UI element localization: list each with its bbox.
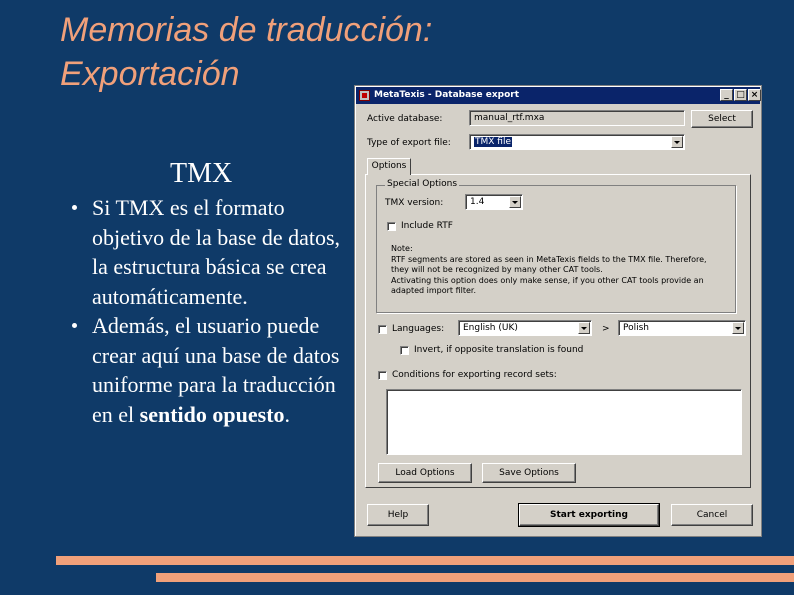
tmx-version-select[interactable]: 1.4 xyxy=(465,194,523,210)
note-line: adapted import filter. xyxy=(391,286,477,295)
target-language-select[interactable]: Polish xyxy=(618,320,746,336)
slide-title-line1: Memorias de traducción: xyxy=(60,11,433,49)
note-line: they will not be recognized by many othe… xyxy=(391,265,603,274)
chevron-down-icon[interactable] xyxy=(671,136,683,148)
include-rtf-label: Include RTF xyxy=(401,221,453,231)
export-type-select[interactable]: TMX file xyxy=(469,134,685,150)
start-exporting-button[interactable]: Start exporting xyxy=(518,503,660,527)
special-options-group: Special Options TMX version: 1.4 Include… xyxy=(376,179,736,313)
tmx-version-value: 1.4 xyxy=(470,197,485,207)
languages-checkbox[interactable] xyxy=(378,325,387,334)
help-button[interactable]: Help xyxy=(367,504,429,526)
target-language-value: Polish xyxy=(623,323,650,333)
app-icon xyxy=(359,90,370,101)
note-line: Note: xyxy=(391,244,413,253)
note-line: RTF segments are stored as seen in MetaT… xyxy=(391,254,707,264)
tab-options[interactable]: Options xyxy=(367,158,411,175)
language-direction-arrow: > xyxy=(602,324,610,334)
cancel-button[interactable]: Cancel xyxy=(671,504,753,526)
source-language-value: English (UK) xyxy=(463,323,518,333)
load-options-button[interactable]: Load Options xyxy=(378,463,472,483)
rtf-note: Note: RTF segments are stored as seen in… xyxy=(391,244,731,297)
dialog-title: MetaTexis - Database export xyxy=(374,90,520,100)
note-line: Activating this option does only make se… xyxy=(391,275,704,285)
tmx-version-label: TMX version: xyxy=(385,198,444,208)
bullet-2-bold: sentido opuesto xyxy=(139,401,285,427)
options-panel: Special Options TMX version: 1.4 Include… xyxy=(365,174,751,488)
chevron-down-icon[interactable] xyxy=(732,322,744,334)
active-database-field: manual_rtf.mxa xyxy=(469,110,685,126)
export-type-label: Type of export file: xyxy=(367,138,451,148)
save-options-button[interactable]: Save Options xyxy=(482,463,576,483)
special-options-title: Special Options xyxy=(385,179,460,189)
include-rtf-checkbox[interactable] xyxy=(387,222,396,231)
active-database-label: Active database: xyxy=(367,114,443,124)
invert-label: Invert, if opposite translation is found xyxy=(414,345,584,355)
bullet-1-text: Si TMX es el formato objetivo de la base… xyxy=(92,195,341,309)
minimize-button[interactable]: _ xyxy=(720,89,733,101)
bullet-item-1: Si TMX es el formato objetivo de la base… xyxy=(68,193,348,311)
slide-subtitle: TMX xyxy=(170,158,233,189)
decorative-bar-bottom xyxy=(156,573,794,582)
bullet-list: Si TMX es el formato objetivo de la base… xyxy=(68,193,348,429)
conditions-checkbox[interactable] xyxy=(378,371,387,380)
bullet-2-end: . xyxy=(284,401,291,427)
conditions-textarea[interactable] xyxy=(386,389,742,455)
database-export-dialog: MetaTexis - Database export _ □ × Active… xyxy=(354,85,762,537)
dialog-titlebar[interactable]: MetaTexis - Database export _ □ × xyxy=(356,87,761,104)
chevron-down-icon[interactable] xyxy=(509,196,521,208)
maximize-button[interactable]: □ xyxy=(734,89,747,101)
close-button[interactable]: × xyxy=(748,89,761,101)
languages-label: Languages: xyxy=(392,324,445,334)
slide-title: Memorias de traducción: Exportación xyxy=(60,8,432,96)
bullet-item-2: Además, el usuario puede crear aquí una … xyxy=(68,311,348,429)
conditions-label: Conditions for exporting record sets: xyxy=(392,370,557,380)
export-type-value: TMX file xyxy=(474,137,512,147)
decorative-bar-top xyxy=(56,556,794,565)
invert-checkbox[interactable] xyxy=(400,346,409,355)
select-button[interactable]: Select xyxy=(691,110,753,128)
source-language-select[interactable]: English (UK) xyxy=(458,320,592,336)
chevron-down-icon[interactable] xyxy=(578,322,590,334)
